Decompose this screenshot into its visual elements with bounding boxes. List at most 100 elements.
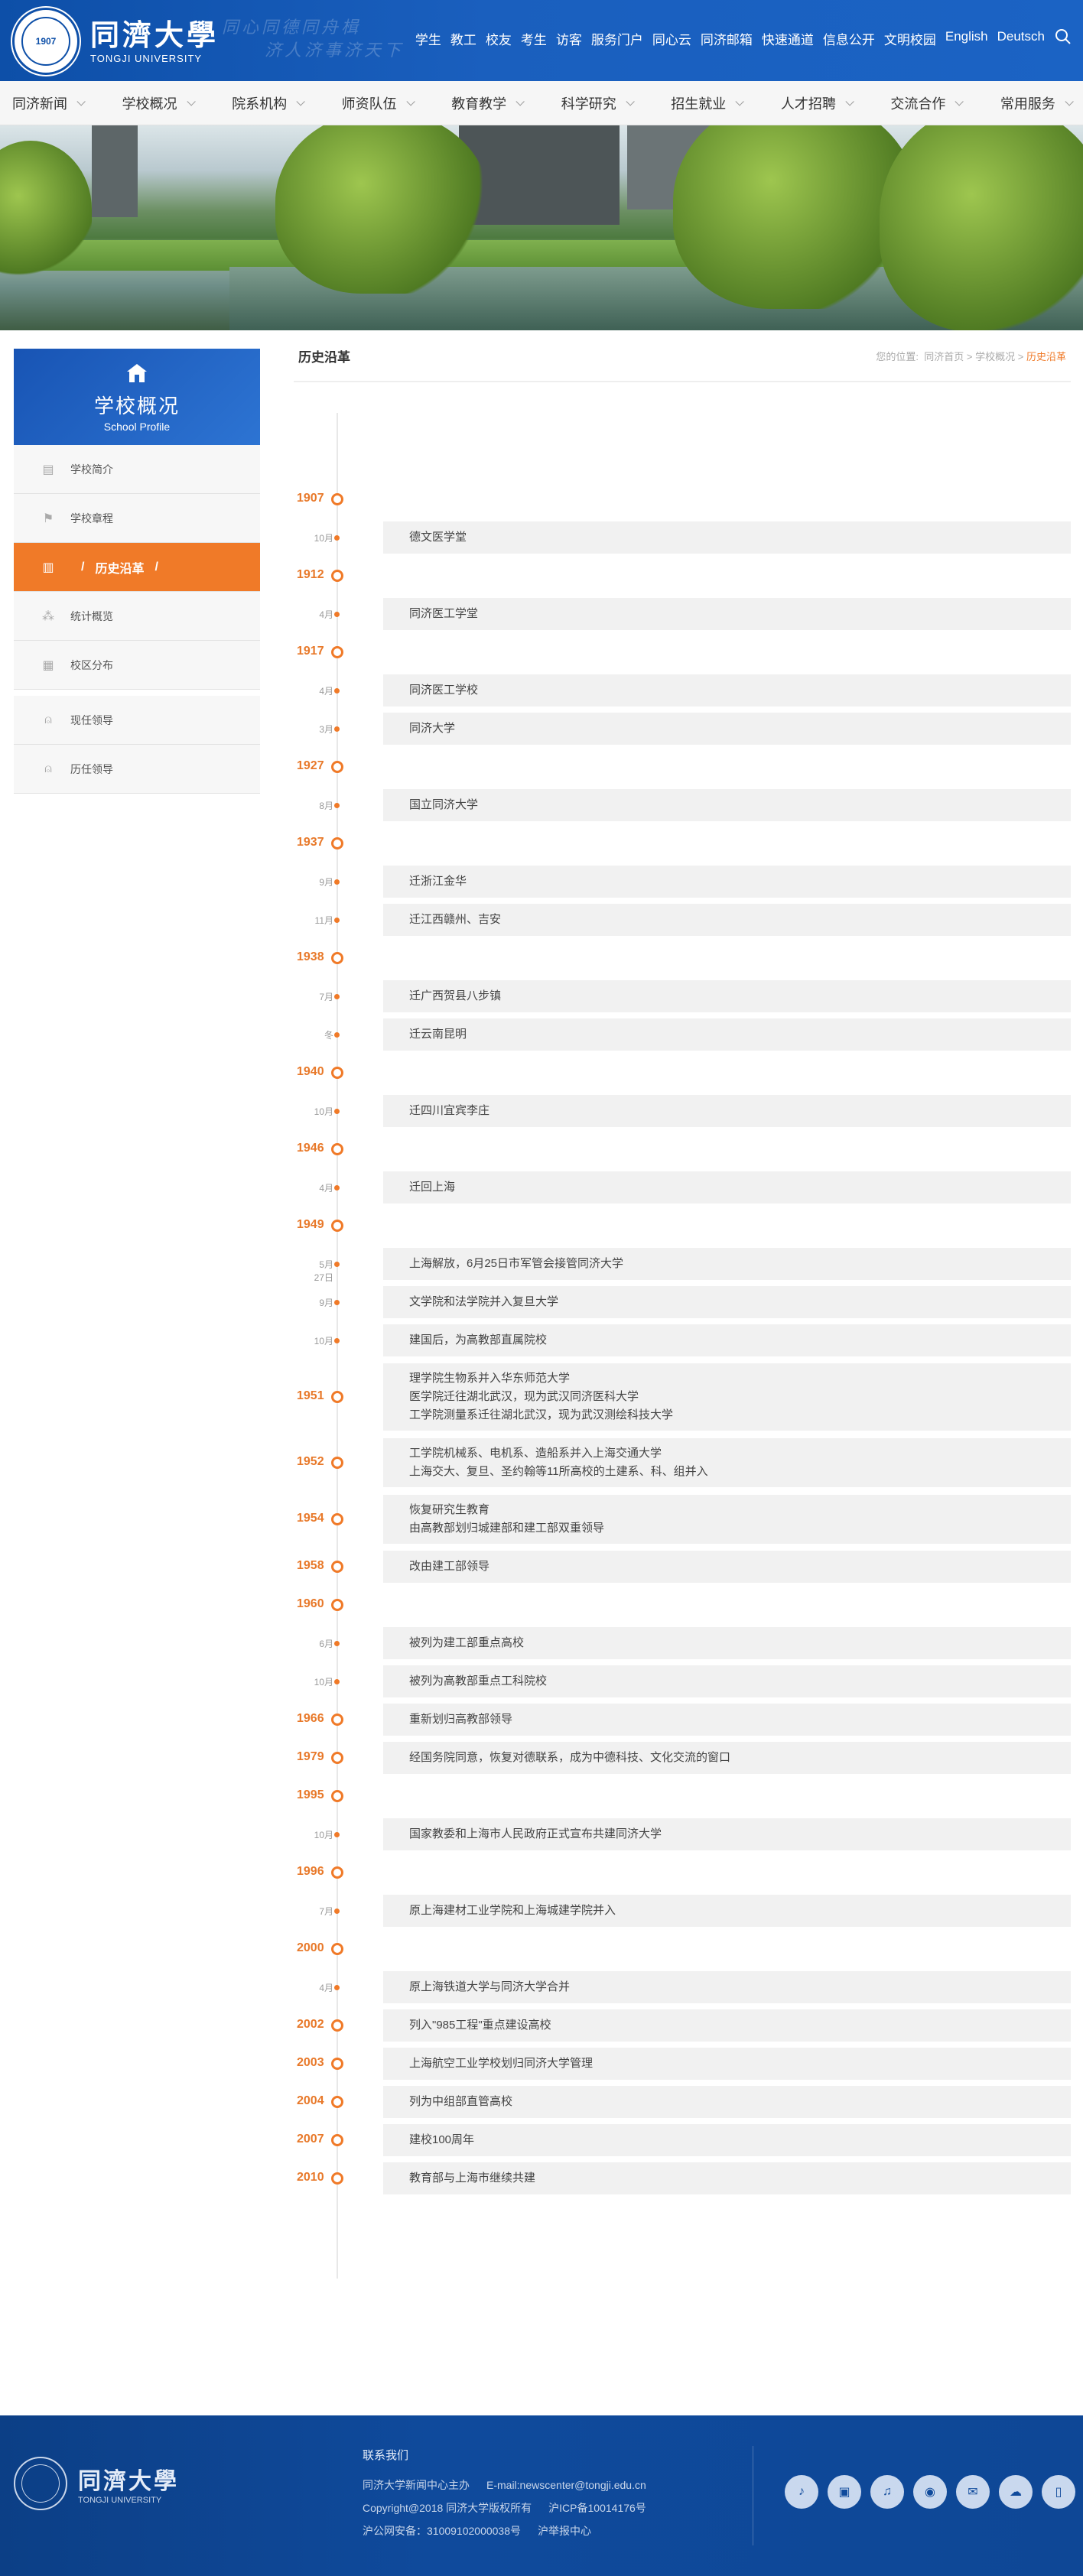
nav-item-1[interactable]: 学校概况	[122, 93, 196, 113]
university-logo[interactable]: 1907 同濟大學 TONGJI UNIVERSITY	[12, 8, 219, 75]
timeline-year-marker	[331, 646, 343, 658]
nav-item-5[interactable]: 科学研究	[561, 93, 635, 113]
nav-item-label: 招生就业	[671, 96, 727, 112]
footer-contact-title[interactable]: 联系我们	[363, 2444, 663, 2467]
active-slash-left: /	[81, 560, 85, 573]
timeline-event-text: 同济医工学校	[409, 684, 479, 697]
home-icon	[127, 364, 147, 382]
nav-item-label: 学校概况	[122, 96, 177, 112]
timeline-event-text: 由高教部划归城建部和建工部双重领导	[409, 1522, 605, 1535]
mobile-icon[interactable]: ▯	[1042, 2475, 1075, 2509]
nav-item-3[interactable]: 师资队伍	[342, 93, 415, 113]
top-links: 学生 教工 校友 考生 访客 服务门户 同心云 同济邮箱 快速通道 信息公开 文明校园 English…	[415, 29, 1045, 48]
top-link-2[interactable]: 校友	[486, 29, 512, 48]
top-link-9[interactable]: 信息公开	[823, 29, 875, 48]
top-header: 同心同德同舟楫 济人济事济天下 1907 同濟大學 TONGJI UNIVERS…	[0, 0, 1083, 81]
timeline-month: 6月	[319, 1639, 333, 1649]
timeline-month: 9月	[319, 1298, 333, 1308]
timeline-event: 迁回上海	[383, 1171, 1071, 1204]
top-link-8[interactable]: 快速通道	[762, 29, 814, 48]
footer-logo[interactable]: 同濟大學 TONGJI UNIVERSITY	[14, 2457, 179, 2510]
bar-chart-icon: ▥	[42, 560, 54, 574]
chevron-down-icon	[626, 96, 635, 106]
timeline-year-marker	[331, 2172, 343, 2185]
top-link-12[interactable]: Deutsch	[997, 29, 1045, 48]
weibo-icon[interactable]: ◉	[913, 2475, 947, 2509]
timeline-month-marker	[334, 803, 340, 808]
timeline-month: 10月	[314, 1336, 333, 1346]
timeline-event-text: 被列为高教部重点工科院校	[409, 1675, 548, 1688]
nav-item-9[interactable]: 常用服务	[1000, 93, 1074, 113]
search-icon[interactable]	[1054, 28, 1072, 46]
nav-item-label: 教育教学	[451, 96, 507, 112]
timeline-year: 1907	[297, 492, 324, 505]
campus-banner-image	[0, 125, 1083, 330]
document-icon: ▤	[42, 463, 54, 476]
footer-email[interactable]: E-mail:newscenter@tongji.edu.cn	[486, 2479, 646, 2491]
sidebar-item-2[interactable]: ▥ / 历史沿革 /	[14, 543, 260, 592]
sidebar-item-1[interactable]: ⚑ 学校章程	[14, 494, 260, 543]
timeline-year-marker	[331, 1866, 343, 1879]
timeline-month-marker	[334, 1185, 340, 1191]
timeline-year: 1996	[297, 1865, 324, 1878]
douyin-icon[interactable]: ♪	[785, 2475, 818, 2509]
top-link-7[interactable]: 同济邮箱	[701, 29, 753, 48]
timeline-month-marker	[334, 1338, 340, 1343]
nav-item-2[interactable]: 院系机构	[232, 93, 305, 113]
chevron-down-icon	[187, 96, 196, 106]
cloud-icon[interactable]: ☁	[999, 2475, 1033, 2509]
timeline-year: 2002	[297, 2018, 324, 2031]
logo-english-name: TONGJI UNIVERSITY	[90, 52, 203, 64]
nav-item-label: 科学研究	[561, 96, 616, 112]
timeline-year: 1917	[297, 645, 324, 658]
timeline-year: 1952	[297, 1455, 324, 1468]
timeline-month: 4月	[319, 609, 333, 620]
top-link-1[interactable]: 教工	[450, 29, 476, 48]
timeline-year-marker	[331, 1752, 343, 1764]
top-link-3[interactable]: 考生	[521, 29, 547, 48]
timeline-year: 1979	[297, 1750, 324, 1763]
footer-report-center[interactable]: 沪举报中心	[538, 2525, 591, 2537]
user-icon: ⍝	[44, 713, 52, 726]
nav-item-8[interactable]: 交流合作	[890, 93, 964, 113]
wechat-icon[interactable]: ✉	[956, 2475, 990, 2509]
bilibili-icon[interactable]: ▣	[828, 2475, 861, 2509]
motto-line-2: 济人济事济天下	[265, 41, 405, 60]
sidebar-item-6[interactable]: ⍝ 历任领导	[14, 745, 260, 794]
nav-item-4[interactable]: 教育教学	[451, 93, 525, 113]
sidebar-item-3[interactable]: ⁂ 统计概览	[14, 592, 260, 641]
top-link-0[interactable]: 学生	[415, 29, 441, 48]
sidebar-item-label: 校区分布	[70, 658, 113, 671]
timeline-event-text: 迁四川宜宾李庄	[409, 1104, 490, 1117]
top-link-6[interactable]: 同心云	[652, 29, 691, 48]
sidebar-item-0[interactable]: ▤ 学校简介	[14, 445, 260, 494]
nav-item-label: 交流合作	[890, 96, 946, 112]
top-link-5[interactable]: 服务门户	[591, 29, 643, 48]
timeline-month: 3月	[319, 724, 333, 735]
timeline-year-marker	[331, 1513, 343, 1525]
timeline-month: 10月	[314, 533, 333, 544]
timeline-month-marker	[334, 1679, 340, 1684]
breadcrumb-current: 历史沿革	[1026, 350, 1066, 362]
top-link-11[interactable]: English	[945, 29, 988, 48]
breadcrumb-home-link[interactable]: 同济首页	[924, 351, 964, 362]
timeline-month: 5月27日	[314, 1259, 333, 1283]
nav-item-7[interactable]: 人才招聘	[781, 93, 854, 113]
timeline-event-text: 教育部与上海市继续共建	[409, 2172, 536, 2185]
timeline-month-marker	[334, 726, 340, 732]
sidebar-item-5[interactable]: ⍝ 现任领导	[14, 696, 260, 745]
top-link-10[interactable]: 文明校园	[884, 29, 936, 48]
footer-icp[interactable]: 沪ICP备10014176号	[548, 2502, 646, 2514]
timeline-year: 2004	[297, 2094, 324, 2107]
nav-item-6[interactable]: 招生就业	[671, 93, 745, 113]
nav-item-0[interactable]: 同济新闻	[12, 93, 86, 113]
timeline-event: 被列为高教部重点工科院校	[383, 1665, 1071, 1697]
timeline-event-text: 迁回上海	[409, 1181, 456, 1194]
breadcrumb-parent-link[interactable]: 学校概况	[975, 351, 1015, 362]
timeline-event-text: 经国务院同意，恢复对德联系，成为中德科技、文化交流的窗口	[409, 1751, 731, 1764]
top-link-4[interactable]: 访客	[556, 29, 582, 48]
timeline-event-text: 上海交大、复旦、圣约翰等11所高校的土建系、科、组并入	[409, 1465, 708, 1478]
footer-police-record[interactable]: 沪公网安备：31009102000038号	[363, 2525, 521, 2537]
music-icon[interactable]: ♫	[870, 2475, 904, 2509]
sidebar-item-4[interactable]: ▦ 校区分布	[14, 641, 260, 690]
